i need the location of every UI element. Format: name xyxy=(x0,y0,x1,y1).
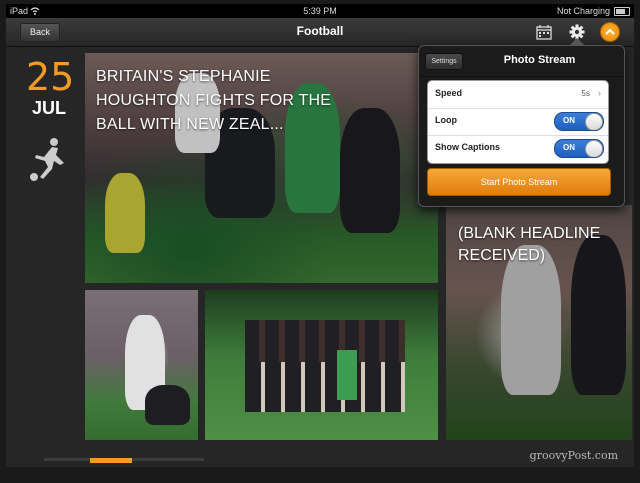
loop-toggle-text: ON xyxy=(563,116,575,125)
chevron-up-button[interactable] xyxy=(600,22,620,42)
story-photo-team[interactable] xyxy=(205,290,438,440)
settings-button[interactable]: Settings xyxy=(425,53,463,70)
photo-stream-popover: Settings Photo Stream Speed 5s › Loop ON… xyxy=(418,38,625,207)
chevron-up-icon xyxy=(605,28,615,35)
status-bar: iPad 5:39 PM Not Charging xyxy=(6,4,634,18)
football-player-icon xyxy=(30,138,64,181)
speed-label: Speed xyxy=(435,88,463,98)
popover-title: Photo Stream xyxy=(503,54,576,66)
status-time: 5:39 PM xyxy=(303,6,337,16)
loop-label: Loop xyxy=(435,115,457,125)
speed-value: 5s xyxy=(581,89,590,98)
battery-icon xyxy=(614,7,630,16)
show-captions-row: Show Captions ON xyxy=(428,135,608,162)
watermark: groovyPost.com xyxy=(529,449,618,462)
date-day: 25 xyxy=(26,55,75,99)
show-captions-label: Show Captions xyxy=(435,142,500,152)
date-month: JUL xyxy=(32,98,67,118)
charging-status: Not Charging xyxy=(556,6,610,16)
loop-toggle[interactable]: ON xyxy=(554,112,604,131)
popover-header: Settings Photo Stream xyxy=(419,46,624,77)
page-indicator-active[interactable] xyxy=(90,458,132,463)
calendar-icon[interactable] xyxy=(535,23,553,41)
show-captions-toggle[interactable]: ON xyxy=(554,139,604,158)
nav-bar: Back Football xyxy=(6,18,634,47)
start-photo-stream-button[interactable]: Start Photo Stream xyxy=(427,168,611,196)
toggle-knob xyxy=(585,113,603,130)
show-captions-toggle-text: ON xyxy=(563,143,575,152)
story-headline-2[interactable]: (BLANK HEADLINE RECEIVED) xyxy=(458,223,628,267)
loop-row: Loop ON xyxy=(428,108,608,136)
story-headline-1[interactable]: BRITAIN'S STEPHANIE HOUGHTON FIGHTS FOR … xyxy=(96,65,346,137)
chevron-right-icon: › xyxy=(598,88,601,98)
speed-row[interactable]: Speed 5s › xyxy=(428,81,608,109)
story-photo-small-1[interactable] xyxy=(85,290,198,440)
toggle-knob xyxy=(585,140,603,157)
photo-stream-settings-list: Speed 5s › Loop ON Show Captions ON xyxy=(427,80,609,164)
